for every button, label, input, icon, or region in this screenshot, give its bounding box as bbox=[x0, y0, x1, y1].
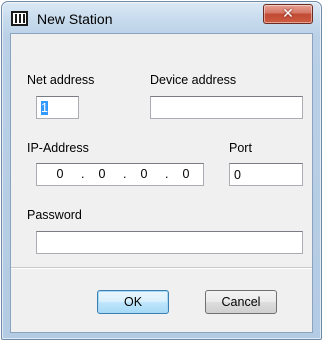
ip-octet-4[interactable]: 0 bbox=[179, 167, 193, 182]
net-address-input[interactable]: 1 bbox=[36, 96, 79, 119]
window-app-icon[interactable] bbox=[11, 11, 28, 26]
net-address-label: Net address bbox=[27, 73, 95, 87]
ip-dot-1: . bbox=[81, 167, 85, 181]
device-address-label: Device address bbox=[150, 73, 237, 87]
ip-dot-2: . bbox=[123, 167, 127, 181]
close-button[interactable]: ✕ bbox=[263, 4, 313, 24]
window-title: New Station bbox=[37, 11, 113, 27]
dialog-window: New Station ✕ Net address 1 Device addre… bbox=[1, 1, 322, 340]
separator-line bbox=[11, 267, 312, 269]
password-label: Password bbox=[27, 208, 82, 222]
ok-button[interactable]: OK bbox=[97, 290, 169, 314]
ip-octet-2[interactable]: 0 bbox=[95, 167, 109, 182]
ip-octet-3[interactable]: 0 bbox=[137, 167, 151, 182]
dialog-body: Net address 1 Device address IP-Address … bbox=[10, 33, 313, 333]
ip-octet-1[interactable]: 0 bbox=[53, 167, 67, 182]
device-address-input[interactable] bbox=[150, 96, 303, 119]
ip-address-label: IP-Address bbox=[27, 141, 89, 155]
password-input[interactable] bbox=[36, 231, 303, 254]
cancel-button[interactable]: Cancel bbox=[205, 290, 277, 314]
ip-dot-3: . bbox=[165, 167, 169, 181]
close-icon: ✕ bbox=[282, 6, 294, 22]
ip-address-input[interactable]: 0 . 0 . 0 . 0 bbox=[36, 163, 204, 186]
port-input[interactable] bbox=[229, 163, 303, 186]
port-label: Port bbox=[229, 141, 252, 155]
net-address-selected-text: 1 bbox=[41, 101, 48, 115]
